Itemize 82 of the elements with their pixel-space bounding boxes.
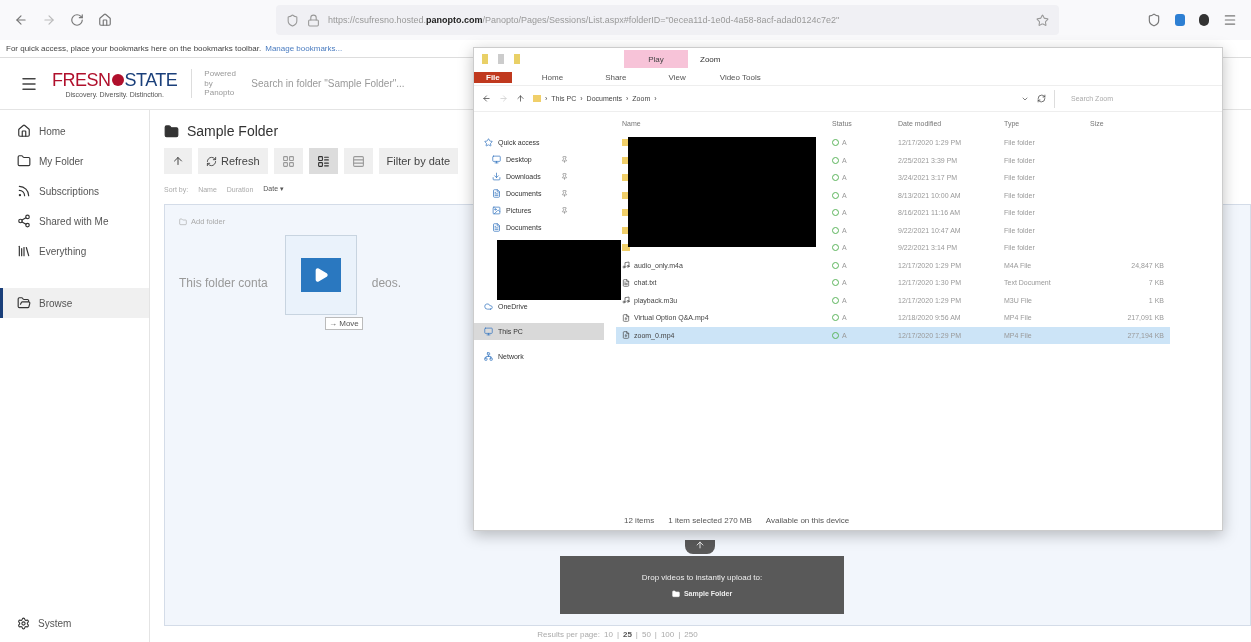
upload-tab[interactable] — [685, 540, 715, 554]
ribbon-tab[interactable]: View — [656, 72, 698, 83]
folder-icon — [514, 54, 520, 64]
arrow-up-icon — [172, 155, 184, 167]
status-text: 12 items — [624, 515, 655, 525]
refresh-icon[interactable] — [1037, 94, 1046, 103]
extension-icon[interactable] — [1199, 14, 1209, 26]
results-per-page-label: Results per page: — [537, 629, 600, 639]
sidebar-item[interactable]: Subscriptions — [0, 176, 149, 206]
context-group-label: Video Tools — [719, 73, 761, 82]
address-bar[interactable]: https://csufresno.hosted.panopto.com/Panopto/Pages/Sessions/List.aspx#folderID="0ecea11d-1e0d-4a58-8acf-adad0124c7e2" — [276, 5, 1059, 35]
folder-icon — [533, 95, 541, 102]
refresh-icon — [206, 155, 217, 167]
play-icon — [313, 267, 329, 283]
image-icon — [492, 206, 501, 215]
window-title: Zoom — [700, 54, 721, 64]
page-size-option[interactable]: 25 — [622, 629, 632, 639]
status-text: 1 item selected 270 MB — [668, 515, 752, 525]
reload-icon[interactable] — [70, 13, 84, 27]
sidebar-item[interactable]: Everything — [0, 236, 149, 266]
document-icon — [492, 189, 501, 198]
home-icon[interactable] — [98, 13, 112, 27]
manage-bookmarks-link[interactable]: Manage bookmarks... — [265, 44, 343, 53]
folder-title: Sample Folder — [187, 123, 279, 139]
empty-message: This folder conta — [179, 276, 268, 290]
folder-icon — [179, 217, 187, 226]
back-icon[interactable] — [482, 94, 491, 103]
gear-icon — [17, 616, 30, 630]
library-icon — [17, 244, 31, 258]
sidebar-item[interactable]: Home — [0, 116, 149, 146]
star-icon — [484, 138, 493, 147]
separator: | — [616, 629, 619, 639]
sidebar-item[interactable]: Shared with Me — [0, 206, 149, 236]
lock-icon — [307, 13, 320, 27]
computer-icon — [484, 327, 493, 336]
star-icon[interactable] — [1036, 13, 1049, 27]
filter-by-date-button[interactable]: Filter by date — [378, 148, 459, 174]
folder-icon — [17, 296, 31, 310]
upload-message: Drop videos to instantly upload to: — [641, 572, 763, 582]
home-icon — [17, 124, 31, 138]
up-icon[interactable] — [516, 94, 525, 103]
audio-file-icon — [622, 296, 630, 305]
list-view-icon — [351, 154, 365, 168]
refresh-button[interactable]: Refresh — [198, 148, 268, 174]
pocket-icon[interactable] — [1147, 13, 1161, 27]
play-tab[interactable]: Play — [624, 50, 688, 68]
video-file-icon — [622, 331, 630, 340]
separator: | — [654, 629, 657, 639]
audio-file-icon — [622, 261, 630, 270]
ribbon-tab[interactable]: Share — [593, 72, 639, 83]
folder-icon — [164, 123, 179, 139]
folder-icon — [17, 154, 31, 168]
up-button[interactable] — [164, 148, 192, 174]
network-icon — [484, 352, 493, 361]
download-icon — [492, 172, 501, 181]
arrow-up-icon — [695, 540, 705, 550]
status-text: Available on this device — [765, 515, 850, 525]
sidebar-item[interactable]: My Folder — [0, 146, 149, 176]
url-text: https://csufresno.hosted.panopto.com/Panopto/Pages/Sessions/List.aspx#folderID="0ecea11d-1e0d-4a58-8acf-adad0124c7e2" — [328, 15, 840, 25]
system-item[interactable]: System — [0, 608, 149, 638]
sidebar-item[interactable]: Browse — [0, 288, 149, 318]
empty-message: deos. — [371, 276, 402, 290]
back-icon[interactable] — [14, 13, 28, 27]
detail-view-icon — [316, 154, 330, 168]
ribbon-tab[interactable]: Home — [529, 72, 576, 83]
move-tooltip: → Move — [325, 317, 363, 330]
ribbon-tab[interactable]: File — [474, 72, 512, 83]
document-icon — [492, 223, 501, 232]
video-file-icon — [622, 313, 630, 322]
monitor-icon — [492, 155, 501, 164]
grid-view-icon — [281, 154, 295, 168]
separator: | — [635, 629, 638, 639]
shield-icon — [286, 13, 299, 27]
folder-icon — [482, 54, 488, 64]
feed-icon — [17, 184, 31, 198]
view-mode-button[interactable] — [308, 148, 338, 174]
bookmarks-hint: For quick access, place your bookmarks here on the bookmarks toolbar. — [6, 44, 262, 53]
separator: | — [678, 629, 681, 639]
folder-icon — [671, 589, 680, 598]
cloud-icon — [484, 302, 493, 311]
text-file-icon — [622, 278, 630, 287]
share-icon — [17, 214, 31, 228]
